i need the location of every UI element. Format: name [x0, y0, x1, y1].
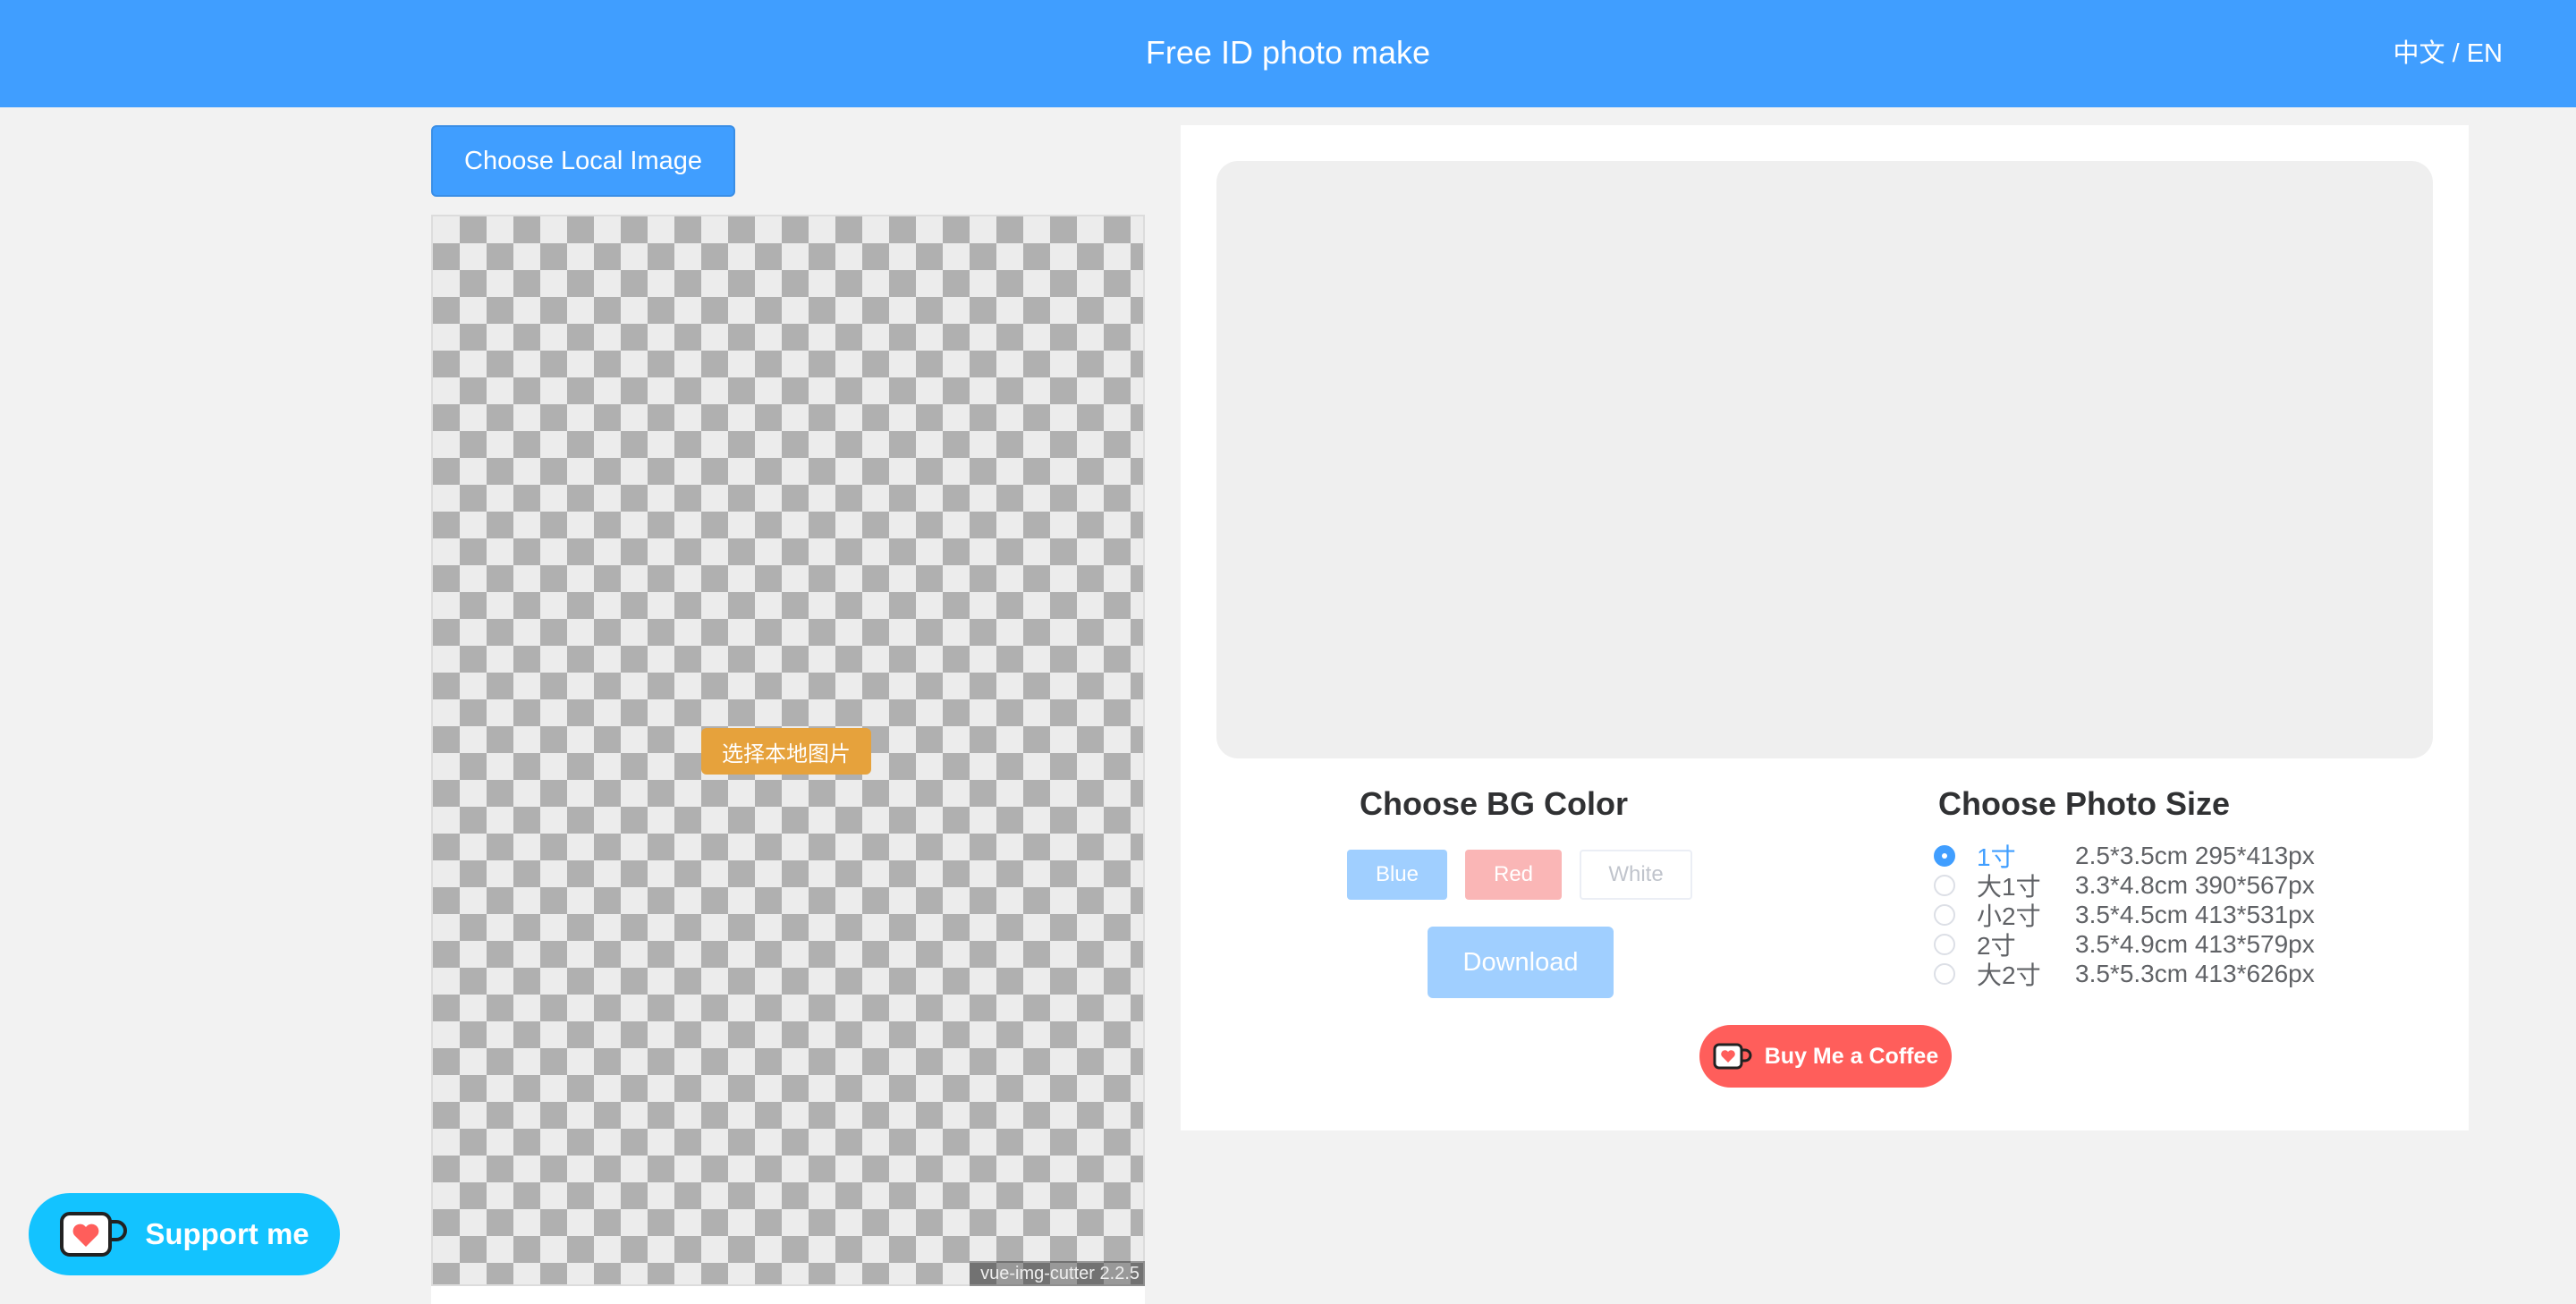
size-option-large-2cun[interactable]: 大2寸 3.5*5.3cm 413*626px [1934, 959, 2315, 989]
bg-red-button[interactable]: Red [1465, 850, 1562, 900]
buy-me-a-coffee-button[interactable]: Buy Me a Coffee [1699, 1025, 1952, 1088]
cutter-select-image-button[interactable]: 选择本地图片 [701, 728, 871, 775]
photo-size-title: Choose Photo Size [1937, 785, 2231, 822]
photo-preview [1216, 161, 2433, 758]
kofi-cup-icon [59, 1209, 129, 1259]
support-me-button[interactable]: Support me [29, 1193, 340, 1275]
size-option-small-2cun[interactable]: 小2寸 3.5*4.5cm 413*531px [1934, 900, 2315, 930]
bg-blue-button[interactable]: Blue [1347, 850, 1447, 900]
coffee-cup-icon [1713, 1041, 1752, 1071]
coffee-button-label: Buy Me a Coffee [1764, 1043, 1939, 1069]
page-title: Free ID photo make [1145, 34, 1431, 71]
size-option-spec: 3.5*4.5cm 413*531px [2075, 900, 2315, 928]
result-panel: Choose BG Color Blue Red White Download … [1181, 125, 2469, 1130]
size-option-1cun[interactable]: 1寸 2.5*3.5cm 295*413px [1934, 841, 2315, 871]
cutter-version-label: vue-img-cutter 2.2.5 [970, 1261, 1145, 1286]
bg-white-button[interactable]: White [1580, 850, 1692, 900]
radio-unchecked-icon[interactable] [1934, 962, 1955, 985]
radio-unchecked-icon[interactable] [1934, 903, 1955, 926]
top-header: Free ID photo make 中文 / EN [0, 0, 2576, 107]
support-button-label: Support me [145, 1217, 309, 1250]
radio-checked-icon[interactable] [1934, 844, 1955, 867]
radio-unchecked-icon[interactable] [1934, 874, 1955, 896]
radio-unchecked-icon[interactable] [1934, 933, 1955, 955]
size-option-spec: 2.5*3.5cm 295*413px [2075, 841, 2315, 869]
size-option-spec: 3.5*4.9cm 413*579px [2075, 929, 2315, 958]
photo-size-radio-group: 1寸 2.5*3.5cm 295*413px 大1寸 3.3*4.8cm 390… [1934, 841, 2315, 989]
language-switch[interactable]: 中文 / EN [2394, 32, 2503, 70]
size-option-2cun[interactable]: 2寸 3.5*4.9cm 413*579px [1934, 929, 2315, 960]
size-option-name: 大2寸 [1977, 961, 2041, 989]
cutter-footer [431, 1286, 1145, 1304]
bg-color-title: Choose BG Color [1359, 785, 1628, 822]
size-option-spec: 3.3*4.8cm 390*567px [2075, 870, 2315, 899]
download-button[interactable]: Download [1428, 927, 1614, 998]
size-option-large-1cun[interactable]: 大1寸 3.3*4.8cm 390*567px [1934, 870, 2315, 901]
size-option-spec: 3.5*5.3cm 413*626px [2075, 959, 2315, 987]
choose-local-image-button[interactable]: Choose Local Image [431, 125, 735, 197]
